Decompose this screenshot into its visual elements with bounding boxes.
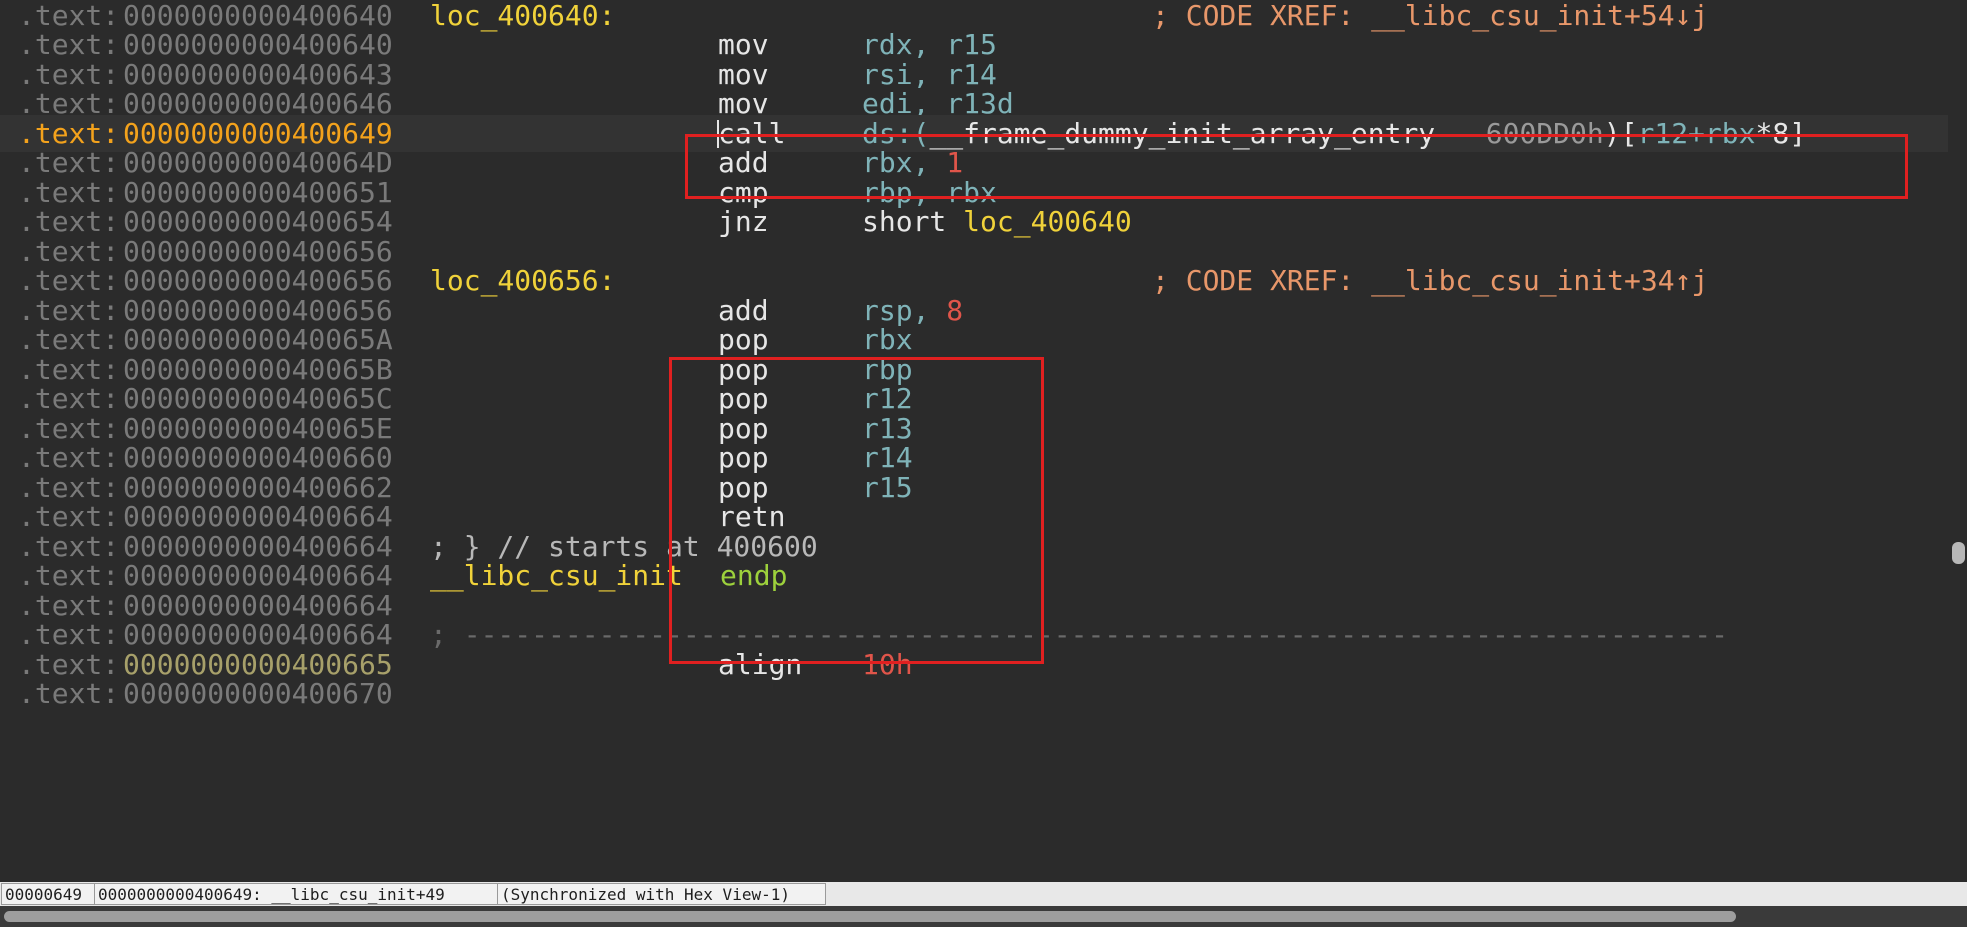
status-location: 0000000000400649: __libc_csu_init+49 bbox=[94, 883, 498, 905]
disassembly-view[interactable]: .text: 0000000000400640 loc_400640: ; CO… bbox=[0, 0, 1948, 878]
status-bar: 00000649 0000000000400649: __libc_csu_in… bbox=[0, 882, 1967, 906]
segment-name: .text: bbox=[18, 677, 120, 710]
address[interactable]: 0000000000400670 bbox=[123, 675, 393, 712]
horizontal-scrollbar-thumb[interactable] bbox=[4, 911, 1736, 922]
status-file-offset: 00000649 bbox=[1, 883, 95, 905]
status-sync: (Synchronized with Hex View-1) bbox=[497, 883, 826, 905]
code-line[interactable]: .text: 0000000000400670 bbox=[0, 675, 1948, 712]
vertical-scrollbar-thumb[interactable] bbox=[1952, 542, 1965, 564]
horizontal-scrollbar[interactable] bbox=[0, 906, 1967, 927]
